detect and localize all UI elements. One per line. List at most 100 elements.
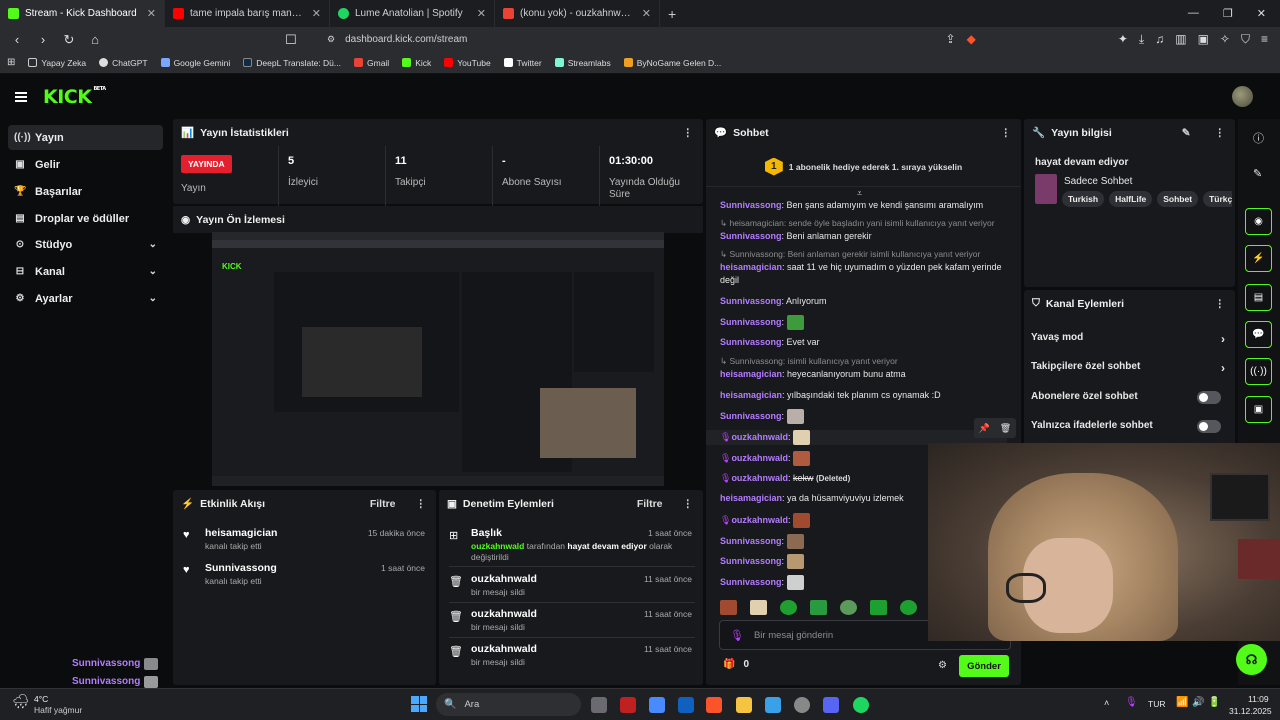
close-icon[interactable]: ✕ — [147, 7, 156, 20]
moderation-user[interactable]: ouzkahnwald — [471, 541, 524, 551]
tag-pill[interactable]: Türkç — [1203, 191, 1232, 207]
kick-logo[interactable]: KICK BETA — [43, 86, 106, 108]
broadcast-rail-button[interactable]: ((·)) — [1245, 358, 1272, 385]
file-explorer-icon[interactable] — [736, 697, 752, 713]
apps-icon[interactable]: ⊞ — [7, 57, 15, 68]
chat-username[interactable]: Sunnivassong — [720, 231, 782, 241]
emote-button[interactable] — [810, 600, 827, 615]
bookmark-item[interactable]: Kick — [402, 58, 431, 68]
scroll-pause-icon[interactable]: ⩡ — [857, 188, 862, 199]
emote-button[interactable] — [720, 600, 737, 615]
bookmark-item[interactable]: Streamlabs — [554, 58, 611, 68]
trash-icon[interactable]: 🗑 — [1000, 423, 1011, 434]
kebab-menu-icon[interactable]: ⋮ — [416, 498, 427, 510]
bookmark-item[interactable]: DeepL Translate: Dü... — [243, 58, 341, 68]
chat-username[interactable]: ouzkahnwald — [731, 515, 788, 525]
sidebar-item-gelir[interactable]: ▣ Gelir — [8, 152, 163, 177]
start-icon[interactable] — [411, 696, 427, 712]
camera-rail-button[interactable]: ◉ — [1245, 208, 1272, 235]
emote-button[interactable] — [870, 600, 887, 615]
browser-tab[interactable]: Lume Anatolian | Spotify ✕ — [330, 0, 495, 27]
chat-reply-context[interactable]: ↳ Sunnivassong: Beni anlaman gerekir isi… — [720, 248, 1007, 261]
sidebar-item-kanal[interactable]: ⊟ Kanal ⌄ — [8, 259, 163, 284]
extensions-icon[interactable]: ✦ — [1118, 32, 1128, 47]
tag-pill[interactable]: Sohbet — [1157, 191, 1199, 207]
download-icon[interactable]: ⤓ — [1139, 32, 1144, 47]
brave-icon[interactable] — [706, 697, 722, 713]
bookmark-item[interactable]: YouTube — [444, 58, 491, 68]
close-window-icon[interactable]: ✕ — [1257, 7, 1266, 20]
browser-tab[interactable]: (konu yok) - ouzkahnwald@gmail.co ✕ — [495, 0, 660, 27]
emote-button[interactable] — [840, 600, 857, 615]
tag-pill[interactable]: Turkish — [1062, 191, 1105, 207]
minimize-icon[interactable]: — — [1188, 7, 1199, 20]
filter-button[interactable]: Filtre — [370, 498, 396, 510]
chat-username[interactable]: Sunnivassong — [720, 296, 782, 306]
category-name[interactable]: Sadece Sohbet — [1064, 176, 1132, 187]
sidebar-item-studyo[interactable]: ⊙ Stüdyo ⌄ — [8, 232, 163, 257]
pin-icon[interactable]: 📌 — [979, 423, 990, 434]
back-icon[interactable]: ‹ — [9, 32, 25, 47]
stream-preview-video[interactable]: KICK — [212, 232, 664, 486]
weather-temp[interactable]: 4°C — [34, 694, 48, 704]
send-button[interactable]: Gönder — [959, 655, 1009, 677]
chat-reply-context[interactable]: ↳ Sunnivassong: isimli kullanıcıya yanıt… — [720, 355, 1007, 368]
vpn-icon[interactable]: ⛉ — [1241, 32, 1250, 47]
wallet-icon[interactable]: ▣ — [1198, 32, 1209, 47]
browser-tab[interactable]: tame impala barış manço - YouTube ✕ — [165, 0, 330, 27]
app-icon[interactable] — [678, 697, 694, 713]
bookmark-item[interactable]: ChatGPT — [99, 58, 148, 68]
site-info-icon[interactable]: ⚙ — [327, 34, 335, 45]
kebab-menu-icon[interactable]: ⋮ — [683, 498, 694, 510]
kebab-menu-icon[interactable]: ⋮ — [1215, 127, 1226, 139]
close-icon[interactable]: ✕ — [642, 7, 651, 20]
tray-chevron-icon[interactable]: ˄ — [1104, 698, 1109, 708]
chat-username[interactable]: heisamagician — [720, 369, 782, 379]
filter-button[interactable]: Filtre — [637, 498, 663, 510]
leo-icon[interactable]: ✧ — [1220, 32, 1230, 47]
chat-settings-icon[interactable]: ⚙ — [938, 660, 947, 671]
reload-icon[interactable]: ↻ — [61, 32, 77, 48]
chat-username[interactable]: Sunnivassong — [720, 200, 782, 210]
lightning-rail-button[interactable]: ⚡ — [1245, 245, 1272, 272]
edit-icon[interactable]: ✎ — [1182, 127, 1191, 139]
chat-reply-context[interactable]: ↳ heisamagician: sende öyle başladın yan… — [720, 217, 1007, 230]
chat-username[interactable]: ouzkahnwald — [731, 453, 788, 463]
emote-button[interactable] — [780, 600, 797, 615]
chat-username[interactable]: Sunnivassong — [720, 337, 782, 347]
emote-button[interactable] — [750, 600, 767, 615]
close-icon[interactable]: ✕ — [477, 7, 486, 20]
kebab-menu-icon[interactable]: ⋮ — [683, 127, 694, 139]
chat-rail-button[interactable]: 💬 — [1245, 321, 1272, 348]
sidebar-item-yayin[interactable]: ((·)) Yayın — [8, 125, 163, 150]
store-icon[interactable] — [765, 697, 781, 713]
obs-icon[interactable] — [794, 697, 810, 713]
chat-username[interactable]: Sunnivassong — [720, 317, 782, 327]
hamburger-menu-icon[interactable] — [15, 92, 27, 102]
emote-button[interactable] — [900, 600, 917, 615]
brave-shield-icon[interactable]: ◆ — [967, 32, 976, 47]
action-followers-only[interactable]: Takipçilere özel sohbet › — [1031, 361, 1231, 375]
taskbar-search[interactable]: 🔍 Ara — [436, 693, 581, 716]
restore-icon[interactable]: ❐ — [1223, 7, 1233, 20]
chat-username[interactable]: heisamagician — [720, 262, 782, 272]
chat-username[interactable]: Sunnivassong — [720, 577, 782, 587]
url-field[interactable]: ⚙ dashboard.kick.com/stream — [309, 27, 936, 52]
spotify-icon[interactable] — [853, 697, 869, 713]
chat-username[interactable]: Sunnivassong — [720, 536, 782, 546]
user-avatar[interactable] — [1232, 86, 1253, 107]
mic-tray-icon[interactable]: 🎙 — [1125, 697, 1138, 708]
action-slow-mode[interactable]: Yavaş mod › — [1031, 332, 1231, 346]
channel-points[interactable]: 🎁 0 — [723, 659, 749, 670]
emote-only-toggle[interactable] — [1197, 420, 1221, 433]
chat-username[interactable]: heisamagician — [720, 493, 782, 503]
bookmark-item[interactable]: Gmail — [354, 58, 389, 68]
menu-icon[interactable]: ≡ — [1261, 32, 1268, 47]
pencil-icon[interactable]: ✎ — [1253, 167, 1262, 180]
chat-username[interactable]: Sunnivassong — [720, 411, 782, 421]
bookmark-item[interactable]: Yapay Zeka — [28, 58, 86, 68]
task-view-icon[interactable] — [591, 697, 607, 713]
weather-desc[interactable]: Hafif yağmur — [34, 705, 82, 715]
tag-pill[interactable]: HalfLife — [1109, 191, 1153, 207]
new-tab-icon[interactable]: + — [660, 6, 684, 22]
